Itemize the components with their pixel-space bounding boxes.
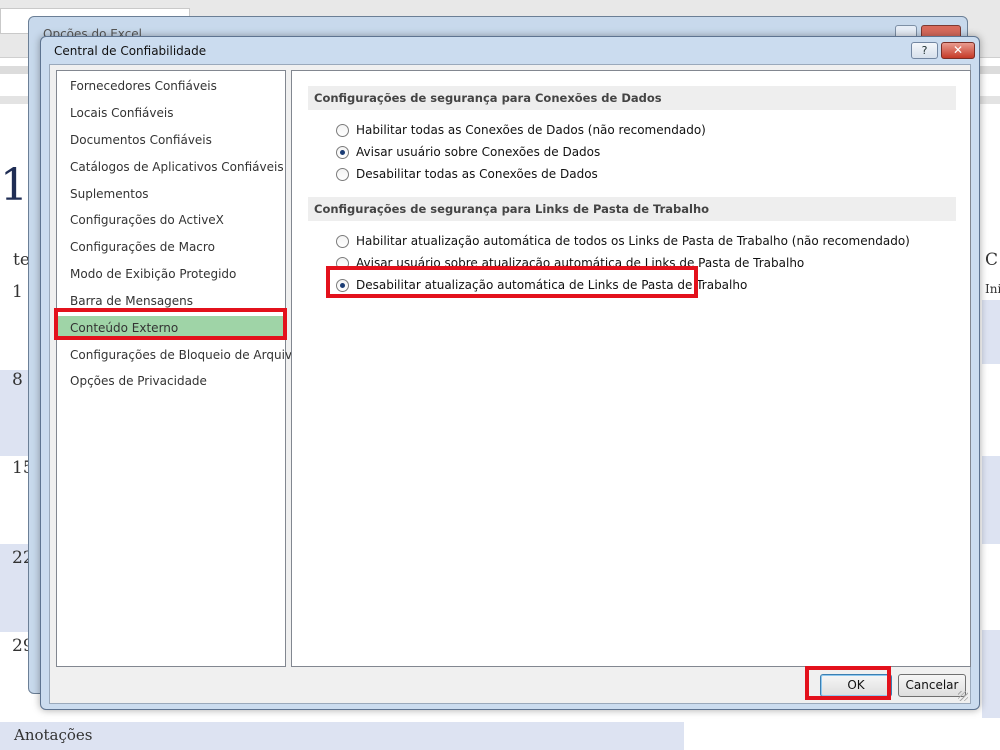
annotation-highlight-external-content: [54, 308, 287, 340]
nav-item-file-block-settings[interactable]: Configurações de Bloqueio de Arquivo: [58, 343, 299, 367]
data-connections-section-header: Configurações de segurança para Conexões…: [308, 86, 956, 110]
resize-grip[interactable]: [958, 691, 968, 701]
trust-center-dialog: Central de Confiabilidade ? ✕ Fornecedor…: [40, 36, 980, 710]
cancel-button[interactable]: Cancelar: [898, 674, 966, 697]
radio-label: Avisar usuário sobre Conexões de Dados: [356, 145, 601, 159]
category-nav: Fornecedores Confiáveis Locais Confiávei…: [56, 70, 299, 667]
radio-prompt-data-connections[interactable]: Avisar usuário sobre Conexões de Dados: [336, 142, 600, 162]
background-shaded-cell: [982, 630, 1000, 718]
radio-button-icon[interactable]: [336, 123, 349, 137]
radio-button-icon[interactable]: [336, 234, 349, 248]
background-shaded-cell: [982, 456, 1000, 544]
nav-item-trusted-app-catalogs[interactable]: Catálogos de Aplicativos Confiáveis: [58, 155, 284, 179]
radio-label: Desabilitar todas as Conexões de Dados: [356, 167, 598, 181]
radio-enable-all-data-connections[interactable]: Habilitar todas as Conexões de Dados (nã…: [336, 120, 706, 140]
dialog-client-area: Fornecedores Confiáveis Locais Confiávei…: [49, 64, 971, 704]
help-button[interactable]: ?: [911, 42, 938, 59]
radio-button-icon[interactable]: [336, 167, 349, 181]
nav-item-trusted-locations[interactable]: Locais Confiáveis: [58, 101, 284, 125]
background-notes-row: Anotações: [0, 722, 684, 750]
close-button[interactable]: ✕: [941, 42, 975, 59]
background-row-number: 8: [12, 370, 23, 390]
external-content-panel: Configurações de segurança para Conexões…: [291, 70, 971, 667]
radio-enable-workbook-links[interactable]: Habilitar atualização automática de todo…: [336, 231, 910, 251]
dialog-title: Central de Confiabilidade: [54, 44, 207, 58]
background-row-number: 1: [12, 282, 23, 302]
radio-label: Habilitar atualização automática de todo…: [356, 234, 910, 248]
background-shaded-cell: [982, 300, 1000, 364]
nav-item-add-ins[interactable]: Suplementos: [58, 182, 284, 206]
nav-item-protected-view[interactable]: Modo de Exibição Protegido: [58, 262, 284, 286]
annotation-highlight-ok-button: [805, 666, 891, 700]
nav-item-trusted-documents[interactable]: Documentos Confiáveis: [58, 128, 284, 152]
nav-item-activex-settings[interactable]: Configurações do ActiveX: [58, 208, 284, 232]
background-right-cell: Ini: [985, 282, 1000, 296]
background-right-header: C: [985, 250, 999, 270]
annotation-highlight-disable-links-option: [326, 266, 698, 298]
nav-item-trusted-publishers[interactable]: Fornecedores Confiáveis: [58, 74, 284, 98]
nav-item-macro-settings[interactable]: Configurações de Macro: [58, 235, 284, 259]
workbook-links-section-header: Configurações de segurança para Links de…: [308, 197, 956, 221]
radio-disable-all-data-connections[interactable]: Desabilitar todas as Conexões de Dados: [336, 164, 598, 184]
nav-item-privacy-options[interactable]: Opções de Privacidade: [58, 369, 284, 393]
radio-label: Habilitar todas as Conexões de Dados (nã…: [356, 123, 706, 137]
radio-button-selected-icon[interactable]: [336, 145, 349, 159]
background-notes-label: Anotações: [14, 726, 93, 744]
